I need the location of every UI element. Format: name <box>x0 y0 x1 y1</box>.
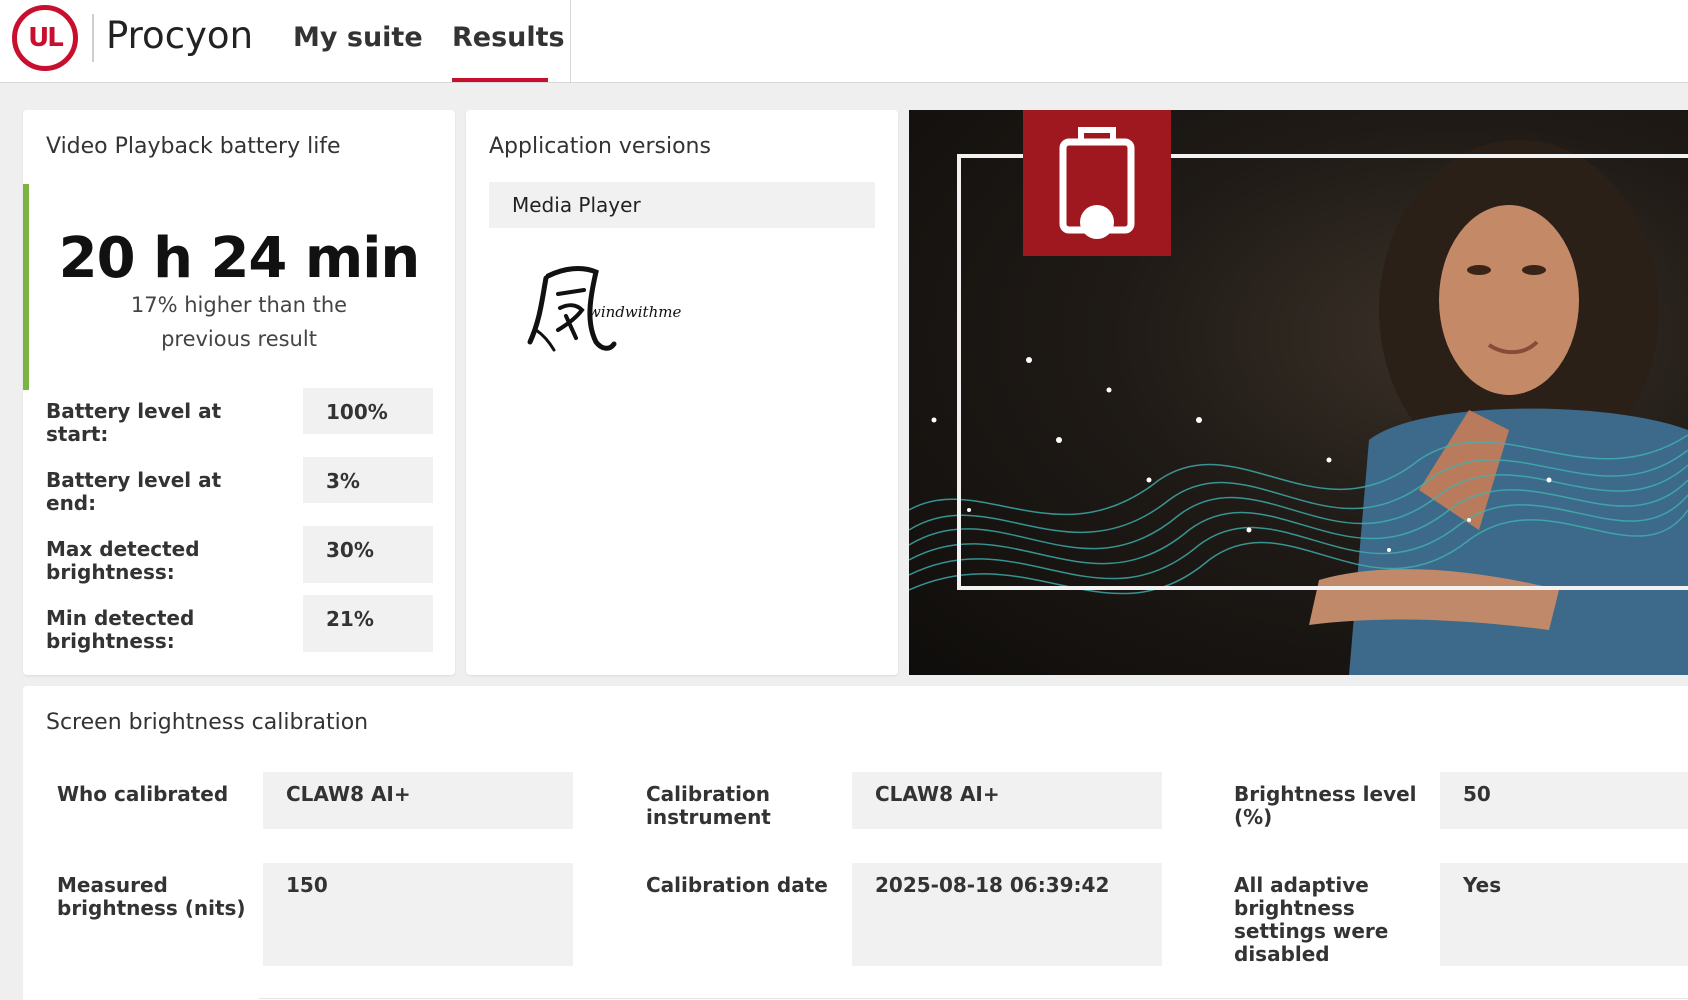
battery-start-value: 100% <box>303 388 433 434</box>
application-versions-card: Application versions Media Player windwi… <box>466 110 898 675</box>
watermark-signature: windwithme <box>527 266 681 352</box>
who-calibrated-label: Who calibrated <box>57 782 229 806</box>
tab-results[interactable]: Results <box>452 22 565 53</box>
who-calibrated-value: CLAW8 AI+ <box>263 772 573 829</box>
calibration-date-value: 2025-08-18 06:39:42 <box>852 863 1162 966</box>
ul-logo[interactable]: UL <box>12 5 78 71</box>
card-bottom-divider <box>259 998 1688 999</box>
calibration-date-label: Calibration date <box>646 873 828 897</box>
calibration-instrument-value: CLAW8 AI+ <box>852 772 1162 829</box>
measured-brightness-label: Measured brightness (nits) <box>57 873 246 920</box>
comparison-text: 17% higher than the previous result <box>130 293 348 351</box>
battery-life-result: 20 h 24 min <box>58 226 421 291</box>
calibration-instrument-label: Calibration instrument <box>646 782 771 829</box>
max-brightness-value: 30% <box>303 526 433 583</box>
min-brightness-value: 21% <box>303 595 433 652</box>
calibration-card-title: Screen brightness calibration <box>46 710 369 735</box>
brightness-level-value: 50 <box>1440 772 1688 829</box>
battery-life-card: Video Playback battery life 20 h 24 min … <box>23 110 455 675</box>
measured-brightness-value: 150 <box>263 863 573 966</box>
battery-card-title: Video Playback battery life <box>46 134 341 159</box>
tab-my-suite[interactable]: My suite <box>293 22 423 53</box>
battery-charging-icon <box>1059 127 1135 239</box>
battery-start-label: Battery level at start: <box>46 399 222 446</box>
min-brightness-label: Min detected brightness: <box>46 606 195 653</box>
logo-divider <box>92 14 94 62</box>
adaptive-brightness-value: Yes <box>1440 863 1688 966</box>
watermark-text: windwithme <box>588 303 681 321</box>
app-version-item: Media Player <box>489 182 875 228</box>
battery-end-label: Battery level at end: <box>46 468 222 515</box>
hero-illustration <box>909 110 1688 675</box>
max-brightness-label: Max detected brightness: <box>46 537 200 584</box>
active-tab-indicator <box>452 78 548 82</box>
ul-logo-text: UL <box>28 23 64 53</box>
brightness-level-label: Brightness level (%) <box>1234 782 1417 829</box>
battery-badge <box>1023 110 1171 256</box>
app-title: Procyon <box>106 14 254 57</box>
battery-end-value: 3% <box>303 457 433 503</box>
adaptive-brightness-label: All adaptive brightness settings were di… <box>1234 873 1389 966</box>
apps-card-title: Application versions <box>489 134 711 159</box>
screen-calibration-card: Screen brightness calibration Who calibr… <box>23 686 1688 1000</box>
top-navigation-bar: UL Procyon My suite Results <box>0 0 1688 83</box>
header-divider <box>570 0 571 83</box>
